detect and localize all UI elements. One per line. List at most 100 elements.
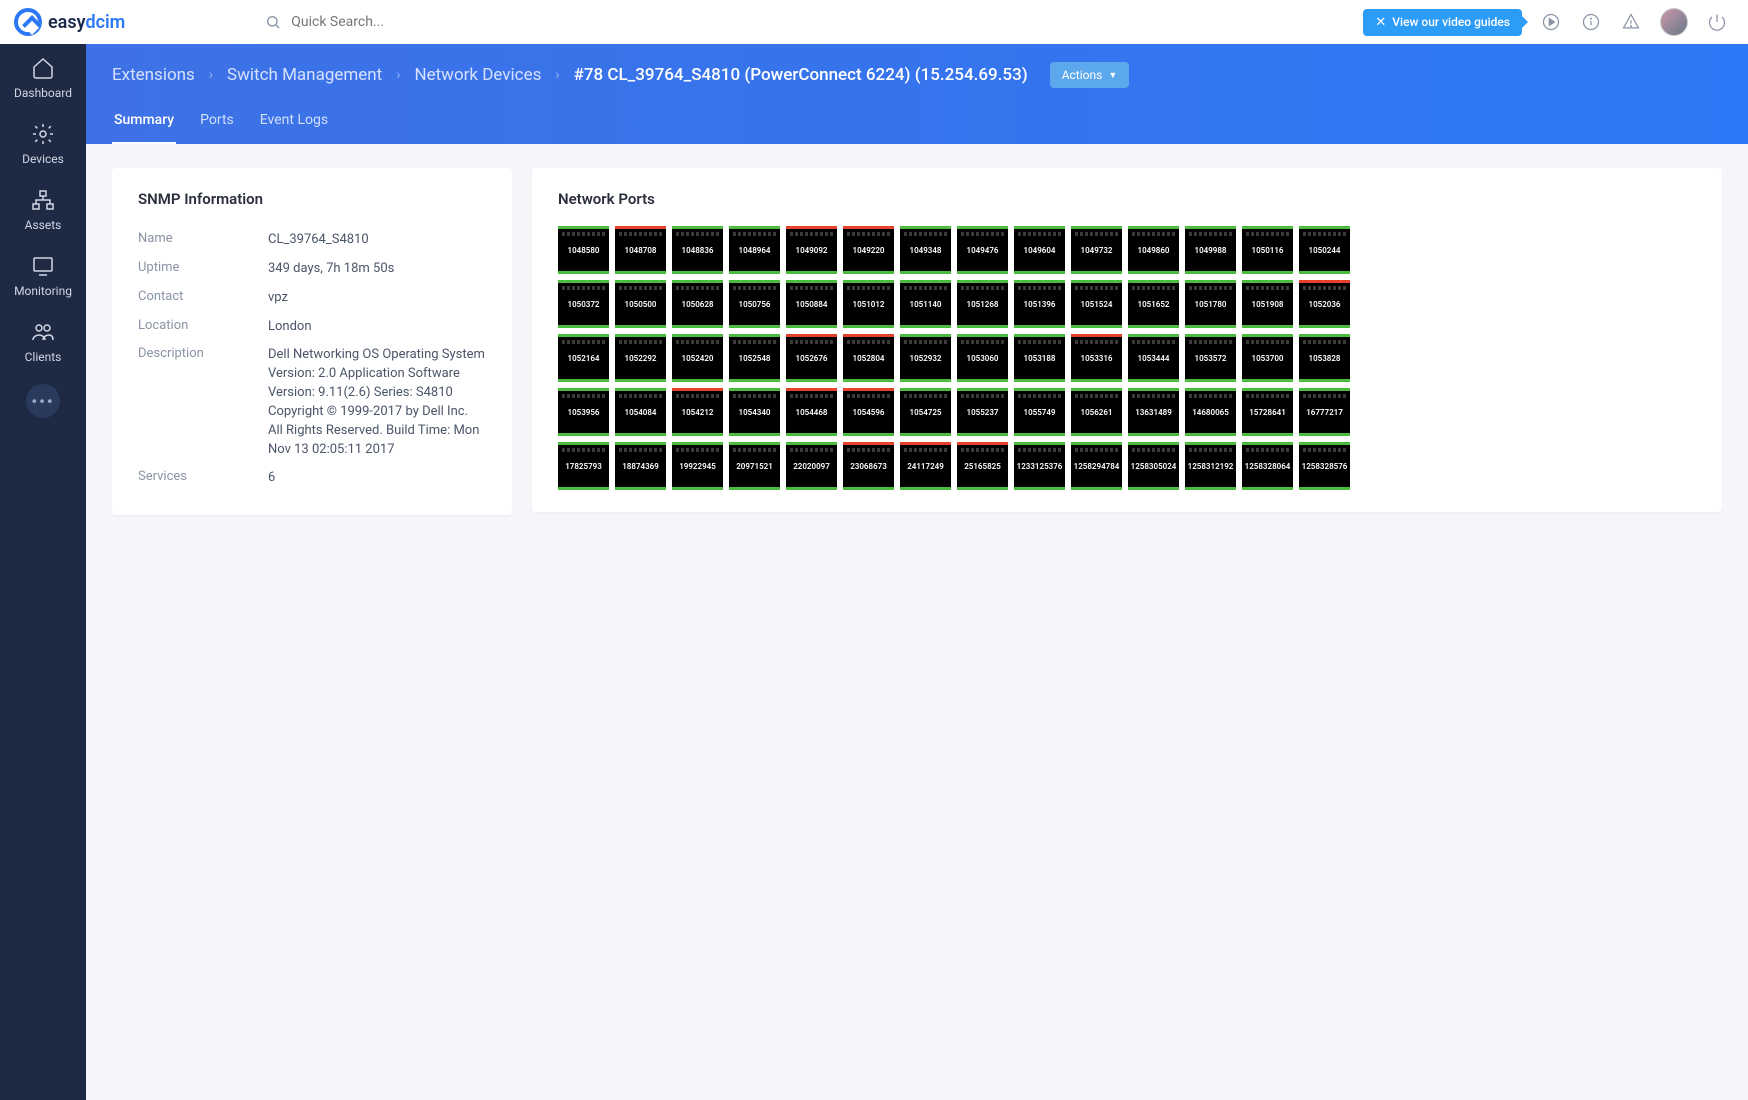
port-1053572[interactable]: 1053572 bbox=[1185, 334, 1236, 382]
port-1051140[interactable]: 1051140 bbox=[900, 280, 951, 328]
port-1056261[interactable]: 1056261 bbox=[1071, 388, 1122, 436]
port-1048580[interactable]: 1048580 bbox=[558, 226, 609, 274]
port-1049732[interactable]: 1049732 bbox=[1071, 226, 1122, 274]
info-icon[interactable] bbox=[1580, 11, 1602, 33]
tab-ports[interactable]: Ports bbox=[198, 112, 236, 144]
port-17825793[interactable]: 17825793 bbox=[558, 442, 609, 490]
crumb-switch-management[interactable]: Switch Management bbox=[227, 65, 382, 85]
port-14680065[interactable]: 14680065 bbox=[1185, 388, 1236, 436]
video-guides-button[interactable]: ✕ View our video guides bbox=[1363, 9, 1522, 36]
power-icon[interactable] bbox=[1706, 11, 1728, 33]
port-1051012[interactable]: 1051012 bbox=[843, 280, 894, 328]
port-1052420[interactable]: 1052420 bbox=[672, 334, 723, 382]
port-1050628[interactable]: 1050628 bbox=[672, 280, 723, 328]
port-1048708[interactable]: 1048708 bbox=[615, 226, 666, 274]
port-19922945[interactable]: 19922945 bbox=[672, 442, 723, 490]
port-1258328576[interactable]: 1258328576 bbox=[1299, 442, 1350, 490]
port-1258294784[interactable]: 1258294784 bbox=[1071, 442, 1122, 490]
port-1048964[interactable]: 1048964 bbox=[729, 226, 780, 274]
port-1053956[interactable]: 1053956 bbox=[558, 388, 609, 436]
tab-summary[interactable]: Summary bbox=[112, 112, 176, 144]
port-1054468[interactable]: 1054468 bbox=[786, 388, 837, 436]
port-1055237[interactable]: 1055237 bbox=[957, 388, 1008, 436]
port-1053188[interactable]: 1053188 bbox=[1014, 334, 1065, 382]
port-1054340[interactable]: 1054340 bbox=[729, 388, 780, 436]
port-23068673[interactable]: 23068673 bbox=[843, 442, 894, 490]
avatar[interactable] bbox=[1660, 8, 1688, 36]
nav-dashboard[interactable]: Dashboard bbox=[0, 44, 86, 110]
port-1053828[interactable]: 1053828 bbox=[1299, 334, 1350, 382]
port-1049348[interactable]: 1049348 bbox=[900, 226, 951, 274]
port-1052932[interactable]: 1052932 bbox=[900, 334, 951, 382]
port-1049860[interactable]: 1049860 bbox=[1128, 226, 1179, 274]
port-1052164[interactable]: 1052164 bbox=[558, 334, 609, 382]
port-1051268[interactable]: 1051268 bbox=[957, 280, 1008, 328]
port-1054596[interactable]: 1054596 bbox=[843, 388, 894, 436]
port-1053444[interactable]: 1053444 bbox=[1128, 334, 1179, 382]
search-box[interactable] bbox=[265, 14, 491, 30]
port-label: 1051652 bbox=[1137, 300, 1171, 309]
port-16777217[interactable]: 16777217 bbox=[1299, 388, 1350, 436]
port-1049476[interactable]: 1049476 bbox=[957, 226, 1008, 274]
port-1049092[interactable]: 1049092 bbox=[786, 226, 837, 274]
port-1053316[interactable]: 1053316 bbox=[1071, 334, 1122, 382]
port-1052548[interactable]: 1052548 bbox=[729, 334, 780, 382]
nav-devices[interactable]: Devices bbox=[0, 110, 86, 176]
port-1053060[interactable]: 1053060 bbox=[957, 334, 1008, 382]
actions-button[interactable]: Actions ▼ bbox=[1050, 62, 1130, 88]
play-icon[interactable] bbox=[1540, 11, 1562, 33]
crumb-extensions[interactable]: Extensions bbox=[112, 65, 195, 85]
port-1050244[interactable]: 1050244 bbox=[1299, 226, 1350, 274]
port-1048836[interactable]: 1048836 bbox=[672, 226, 723, 274]
port-body: 1049988 bbox=[1185, 229, 1236, 271]
port-1054084[interactable]: 1054084 bbox=[615, 388, 666, 436]
port-1053700[interactable]: 1053700 bbox=[1242, 334, 1293, 382]
port-1233125376[interactable]: 1233125376 bbox=[1014, 442, 1065, 490]
port-18874369[interactable]: 18874369 bbox=[615, 442, 666, 490]
tab-event-logs[interactable]: Event Logs bbox=[258, 112, 330, 144]
port-1052676[interactable]: 1052676 bbox=[786, 334, 837, 382]
port-1258312192[interactable]: 1258312192 bbox=[1185, 442, 1236, 490]
nav-monitoring[interactable]: Monitoring bbox=[0, 242, 86, 308]
nav-assets[interactable]: Assets bbox=[0, 176, 86, 242]
alert-icon[interactable] bbox=[1620, 11, 1642, 33]
port-20971521[interactable]: 20971521 bbox=[729, 442, 780, 490]
nav-clients[interactable]: Clients bbox=[0, 308, 86, 374]
port-1052292[interactable]: 1052292 bbox=[615, 334, 666, 382]
port-1055749[interactable]: 1055749 bbox=[1014, 388, 1065, 436]
port-status-bottom bbox=[957, 487, 1008, 490]
port-1258305024[interactable]: 1258305024 bbox=[1128, 442, 1179, 490]
port-label: 1052164 bbox=[567, 354, 601, 363]
port-1051908[interactable]: 1051908 bbox=[1242, 280, 1293, 328]
nav-more[interactable]: ••• bbox=[26, 384, 60, 418]
port-1051524[interactable]: 1051524 bbox=[1071, 280, 1122, 328]
port-1049604[interactable]: 1049604 bbox=[1014, 226, 1065, 274]
port-1258328064[interactable]: 1258328064 bbox=[1242, 442, 1293, 490]
port-25165825[interactable]: 25165825 bbox=[957, 442, 1008, 490]
port-1049220[interactable]: 1049220 bbox=[843, 226, 894, 274]
logo[interactable]: easydcim bbox=[14, 8, 125, 36]
port-1051652[interactable]: 1051652 bbox=[1128, 280, 1179, 328]
port-1050884[interactable]: 1050884 bbox=[786, 280, 837, 328]
port-1051780[interactable]: 1051780 bbox=[1185, 280, 1236, 328]
port-label: 1050116 bbox=[1251, 246, 1285, 255]
port-1051396[interactable]: 1051396 bbox=[1014, 280, 1065, 328]
port-1050500[interactable]: 1050500 bbox=[615, 280, 666, 328]
port-1050116[interactable]: 1050116 bbox=[1242, 226, 1293, 274]
port-1050756[interactable]: 1050756 bbox=[729, 280, 780, 328]
port-15728641[interactable]: 15728641 bbox=[1242, 388, 1293, 436]
port-1054212[interactable]: 1054212 bbox=[672, 388, 723, 436]
port-1054725[interactable]: 1054725 bbox=[900, 388, 951, 436]
port-1050372[interactable]: 1050372 bbox=[558, 280, 609, 328]
port-1052036[interactable]: 1052036 bbox=[1299, 280, 1350, 328]
port-1052804[interactable]: 1052804 bbox=[843, 334, 894, 382]
port-label: 14680065 bbox=[1191, 408, 1230, 417]
port-22020097[interactable]: 22020097 bbox=[786, 442, 837, 490]
port-1049988[interactable]: 1049988 bbox=[1185, 226, 1236, 274]
brand-b: dcim bbox=[85, 12, 125, 33]
crumb-network-devices[interactable]: Network Devices bbox=[414, 65, 541, 85]
port-13631489[interactable]: 13631489 bbox=[1128, 388, 1179, 436]
search-input[interactable] bbox=[291, 14, 491, 30]
port-24117249[interactable]: 24117249 bbox=[900, 442, 951, 490]
close-icon[interactable]: ✕ bbox=[1375, 15, 1386, 30]
